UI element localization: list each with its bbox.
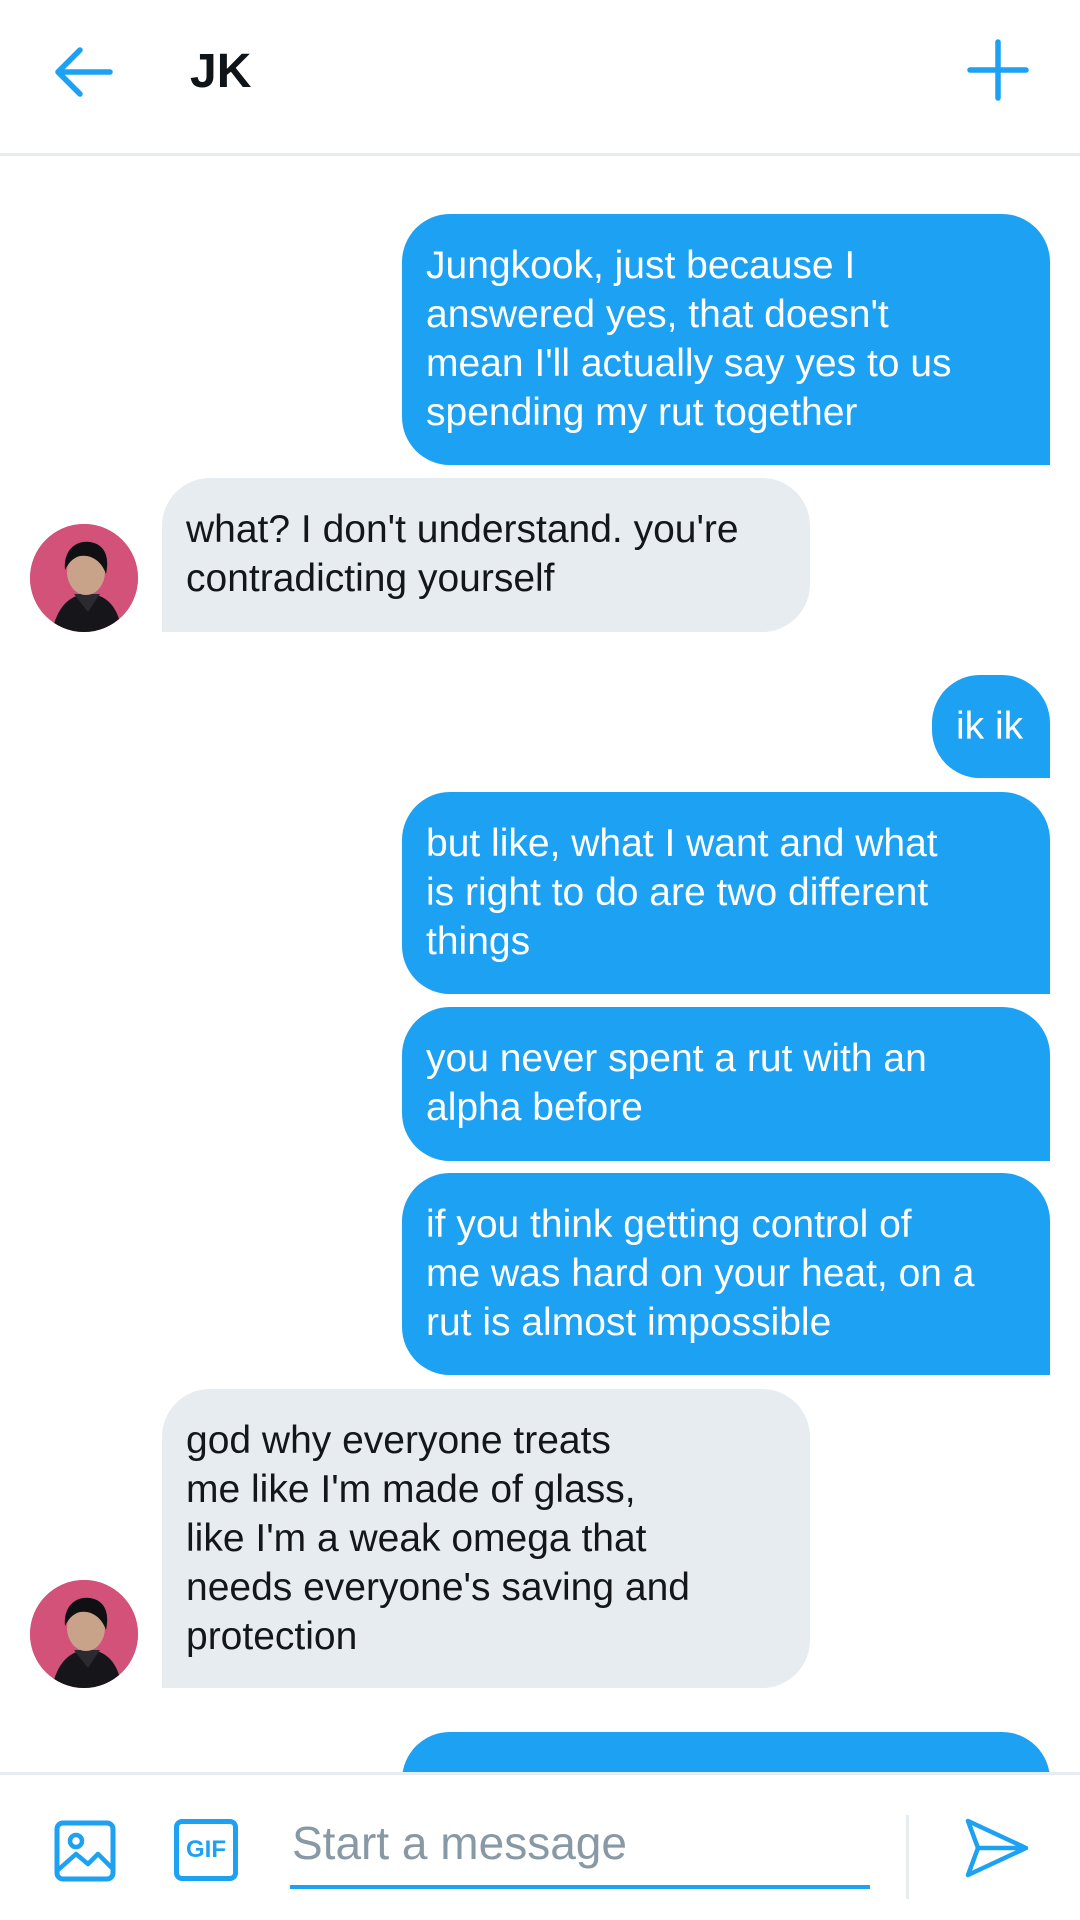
gif-button[interactable]: GIF xyxy=(174,1819,238,1881)
received-message[interactable]: god why everyone treats me like I'm made… xyxy=(162,1389,810,1688)
message-list[interactable]: Jungkook, just because I answered yes, t… xyxy=(0,156,1080,1772)
conversation-header: JK xyxy=(0,0,1080,156)
sent-message[interactable]: you never spent a rut with an alpha befo… xyxy=(402,1007,1050,1161)
sent-message[interactable]: if you think getting control of me was h… xyxy=(402,1173,1050,1375)
image-icon xyxy=(54,1820,116,1882)
message-composer: GIF xyxy=(0,1772,1080,1920)
sent-message[interactable]: Jungkook, just because I answered yes, t… xyxy=(402,214,1050,465)
avatar[interactable] xyxy=(30,1580,138,1688)
avatar[interactable] xyxy=(30,524,138,632)
gif-icon: GIF xyxy=(186,1836,226,1863)
message-input[interactable] xyxy=(290,1801,870,1889)
sent-message[interactable]: but like, what I want and what is right … xyxy=(402,792,1050,994)
send-button[interactable] xyxy=(962,1813,1032,1883)
sent-message[interactable] xyxy=(402,1732,1050,1772)
send-icon xyxy=(965,1818,1029,1878)
divider xyxy=(906,1815,909,1899)
received-message[interactable]: what? I don't understand. you're contrad… xyxy=(162,478,810,632)
plus-icon xyxy=(967,39,1029,101)
new-message-button[interactable] xyxy=(964,36,1032,104)
arrow-left-icon xyxy=(55,47,113,97)
sent-message[interactable]: ik ik xyxy=(932,675,1050,778)
add-media-button[interactable] xyxy=(54,1820,116,1882)
back-button[interactable] xyxy=(52,40,132,104)
conversation-title[interactable]: JK xyxy=(190,44,251,99)
